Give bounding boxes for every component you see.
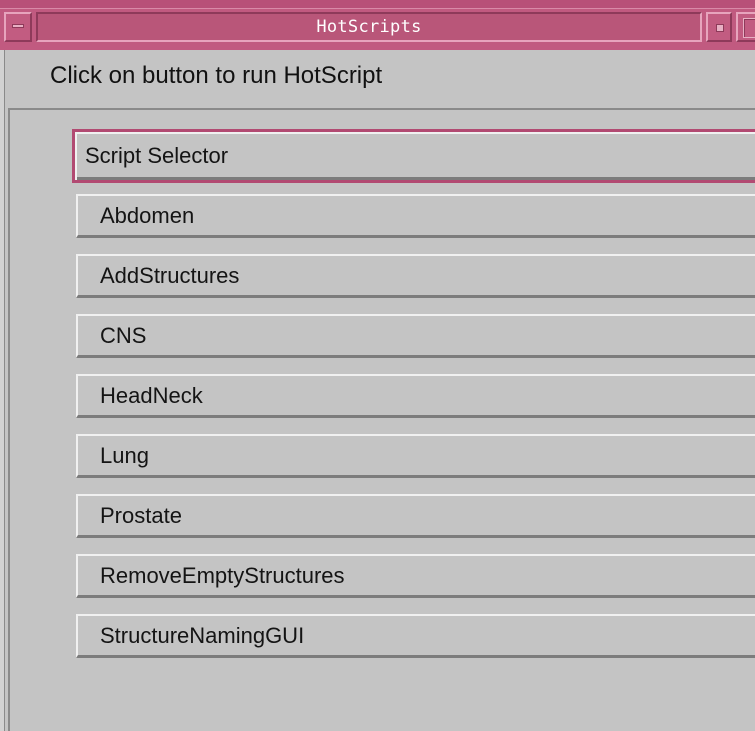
window-menu-button[interactable] xyxy=(4,12,32,42)
hotscripts-window: HotScripts Click on button to run HotScr… xyxy=(0,0,755,731)
script-button-prostate[interactable]: Prostate xyxy=(76,494,755,538)
script-button-removeemptystructures[interactable]: RemoveEmptyStructures xyxy=(76,554,755,598)
script-button-headneck[interactable]: HeadNeck xyxy=(76,374,755,418)
maximize-button[interactable] xyxy=(736,12,755,42)
window-frame-top[interactable] xyxy=(0,0,755,9)
window-frame-left[interactable] xyxy=(0,50,5,731)
script-button-abdomen[interactable]: Abdomen xyxy=(76,194,755,238)
minimize-button[interactable] xyxy=(706,12,732,42)
window-title: HotScripts xyxy=(316,17,422,37)
instruction-label: Click on button to run HotScript xyxy=(50,62,383,89)
window-menu-icon xyxy=(12,24,24,28)
script-button-structurenaminggui[interactable]: StructureNamingGUI xyxy=(76,614,755,658)
script-button-lung[interactable]: Lung xyxy=(76,434,755,478)
minimize-icon xyxy=(716,24,724,32)
script-button-addstructures[interactable]: AddStructures xyxy=(76,254,755,298)
title-area[interactable]: HotScripts xyxy=(36,12,702,42)
script-selector-button[interactable]: Script Selector xyxy=(72,129,755,183)
title-bar[interactable]: HotScripts xyxy=(0,0,755,50)
maximize-icon xyxy=(743,18,755,38)
script-button-cns[interactable]: CNS xyxy=(76,314,755,358)
